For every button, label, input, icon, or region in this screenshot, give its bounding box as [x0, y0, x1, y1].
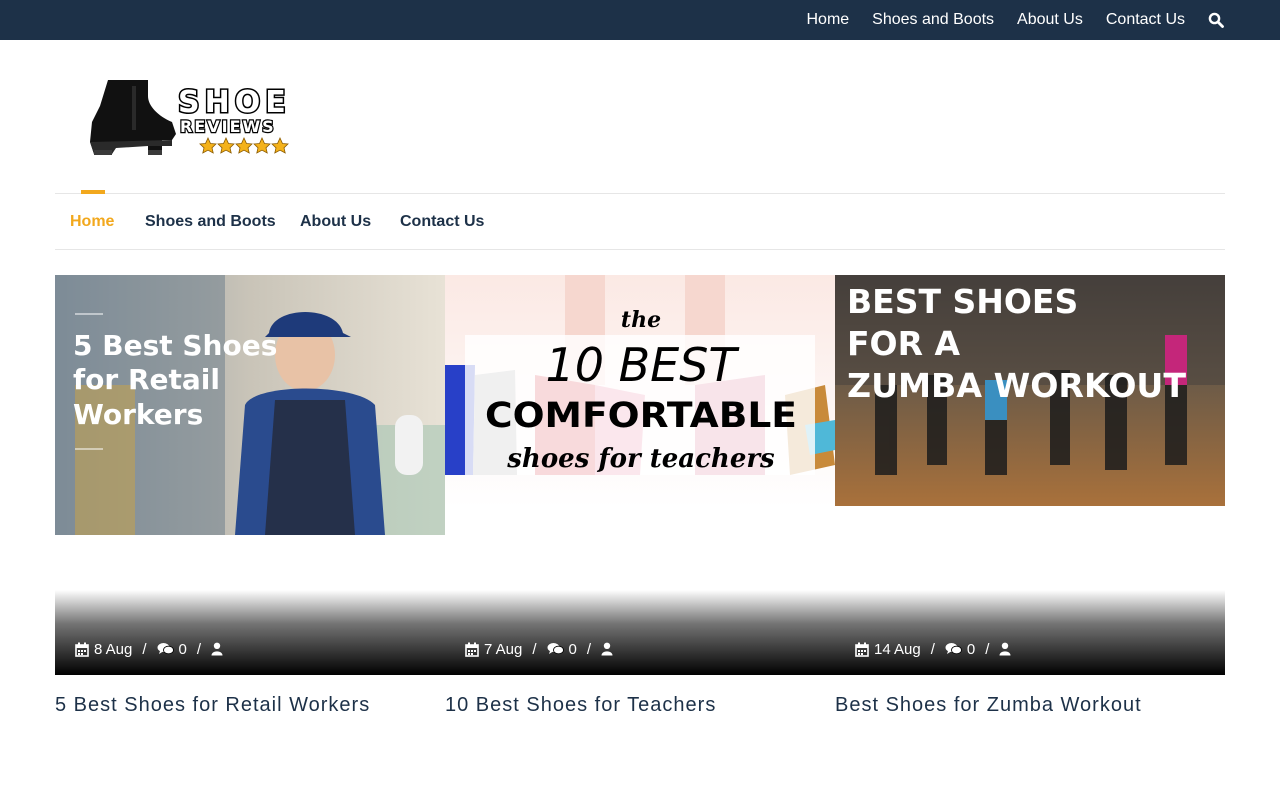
- site-logo[interactable]: SHOE REVIEWS: [86, 76, 292, 158]
- meta-separator: /: [586, 640, 592, 658]
- post-date[interactable]: 14 Aug: [874, 641, 921, 658]
- main-nav-about-us-link[interactable]: About Us: [300, 194, 371, 250]
- search-icon[interactable]: [1208, 12, 1224, 28]
- top-navigation: Home Shoes and Boots About Us Contact Us: [783, 0, 1224, 40]
- post-title[interactable]: 5 Best Shoes for Retail Workers: [55, 694, 370, 717]
- calendar-icon: [75, 642, 89, 657]
- meta-separator: /: [930, 640, 935, 658]
- post-image-zumba-workout[interactable]: BEST SHOES FOR A ZUMBA WORKOUT: [835, 275, 1225, 506]
- post-comment-count[interactable]: 0: [179, 641, 187, 658]
- post-meta: 7 Aug / 0 /: [465, 639, 618, 659]
- user-icon: [999, 642, 1011, 656]
- meta-separator: /: [196, 640, 202, 658]
- meta-separator: /: [142, 640, 147, 658]
- post-comment-count[interactable]: 0: [967, 641, 975, 658]
- svg-text:5 Best Shoes: 5 Best Shoes: [73, 329, 277, 362]
- svg-text:for Retail: for Retail: [73, 363, 220, 396]
- calendar-icon: [855, 642, 869, 657]
- user-icon: [601, 642, 613, 656]
- meta-overlay: [835, 590, 1225, 675]
- svg-text:Workers: Workers: [73, 398, 203, 431]
- user-icon: [211, 642, 223, 656]
- post-title[interactable]: 10 Best Shoes for Teachers: [445, 694, 716, 717]
- post-date[interactable]: 7 Aug: [484, 641, 522, 658]
- svg-text:ZUMBA WORKOUT: ZUMBA WORKOUT: [847, 366, 1186, 405]
- post-date[interactable]: 8 Aug: [94, 641, 132, 658]
- svg-text:SHOE: SHOE: [178, 85, 291, 120]
- post-title[interactable]: Best Shoes for Zumba Workout: [835, 694, 1142, 717]
- top-nav-shoes-and-boots-link[interactable]: Shoes and Boots: [872, 11, 994, 29]
- rating-stars-icon: [199, 137, 289, 154]
- top-nav-contact-us-link[interactable]: Contact Us: [1106, 11, 1185, 29]
- post-card-retail-workers[interactable]: 5 Best Shoes for Retail Workers 8 Aug / …: [55, 275, 445, 675]
- svg-text:the: the: [621, 307, 661, 333]
- comments-icon: [157, 643, 174, 655]
- top-bar: Home Shoes and Boots About Us Contact Us: [0, 0, 1280, 40]
- meta-separator: /: [985, 640, 990, 658]
- calendar-icon: [465, 642, 479, 657]
- boot-logo-icon: [90, 80, 176, 155]
- svg-text:10 BEST: 10 BEST: [545, 338, 740, 392]
- svg-text:shoes for teachers: shoes for teachers: [506, 444, 775, 474]
- svg-text:FOR A: FOR A: [847, 324, 960, 363]
- post-meta: 14 Aug / 0 /: [855, 639, 1016, 659]
- top-nav-about-us-link[interactable]: About Us: [1017, 11, 1083, 29]
- post-comment-count[interactable]: 0: [569, 641, 577, 658]
- main-nav-home-link[interactable]: Home: [70, 194, 114, 250]
- meta-overlay: [445, 590, 835, 675]
- main-nav-contact-us-link[interactable]: Contact Us: [400, 194, 484, 250]
- svg-text:BEST SHOES: BEST SHOES: [847, 282, 1078, 321]
- post-image-teachers[interactable]: the 10 BEST COMFORTABLE shoes for teache…: [445, 275, 835, 507]
- post-card-teachers[interactable]: the 10 BEST COMFORTABLE shoes for teache…: [445, 275, 835, 675]
- comments-icon: [547, 643, 564, 655]
- main-nav-shoes-and-boots-link[interactable]: Shoes and Boots: [145, 194, 276, 250]
- top-nav-home-link[interactable]: Home: [806, 11, 849, 29]
- main-navigation: Home Shoes and Boots About Us Contact Us: [55, 190, 1225, 250]
- post-card-zumba-workout[interactable]: BEST SHOES FOR A ZUMBA WORKOUT 14 Aug / …: [835, 275, 1225, 675]
- post-meta: 8 Aug / 0 /: [75, 639, 228, 659]
- comments-icon: [945, 643, 962, 655]
- meta-separator: /: [532, 640, 537, 658]
- svg-text:COMFORTABLE: COMFORTABLE: [485, 396, 797, 436]
- svg-text:REVIEWS: REVIEWS: [180, 117, 276, 136]
- meta-overlay: [55, 590, 445, 675]
- post-image-retail-workers[interactable]: 5 Best Shoes for Retail Workers: [55, 275, 445, 535]
